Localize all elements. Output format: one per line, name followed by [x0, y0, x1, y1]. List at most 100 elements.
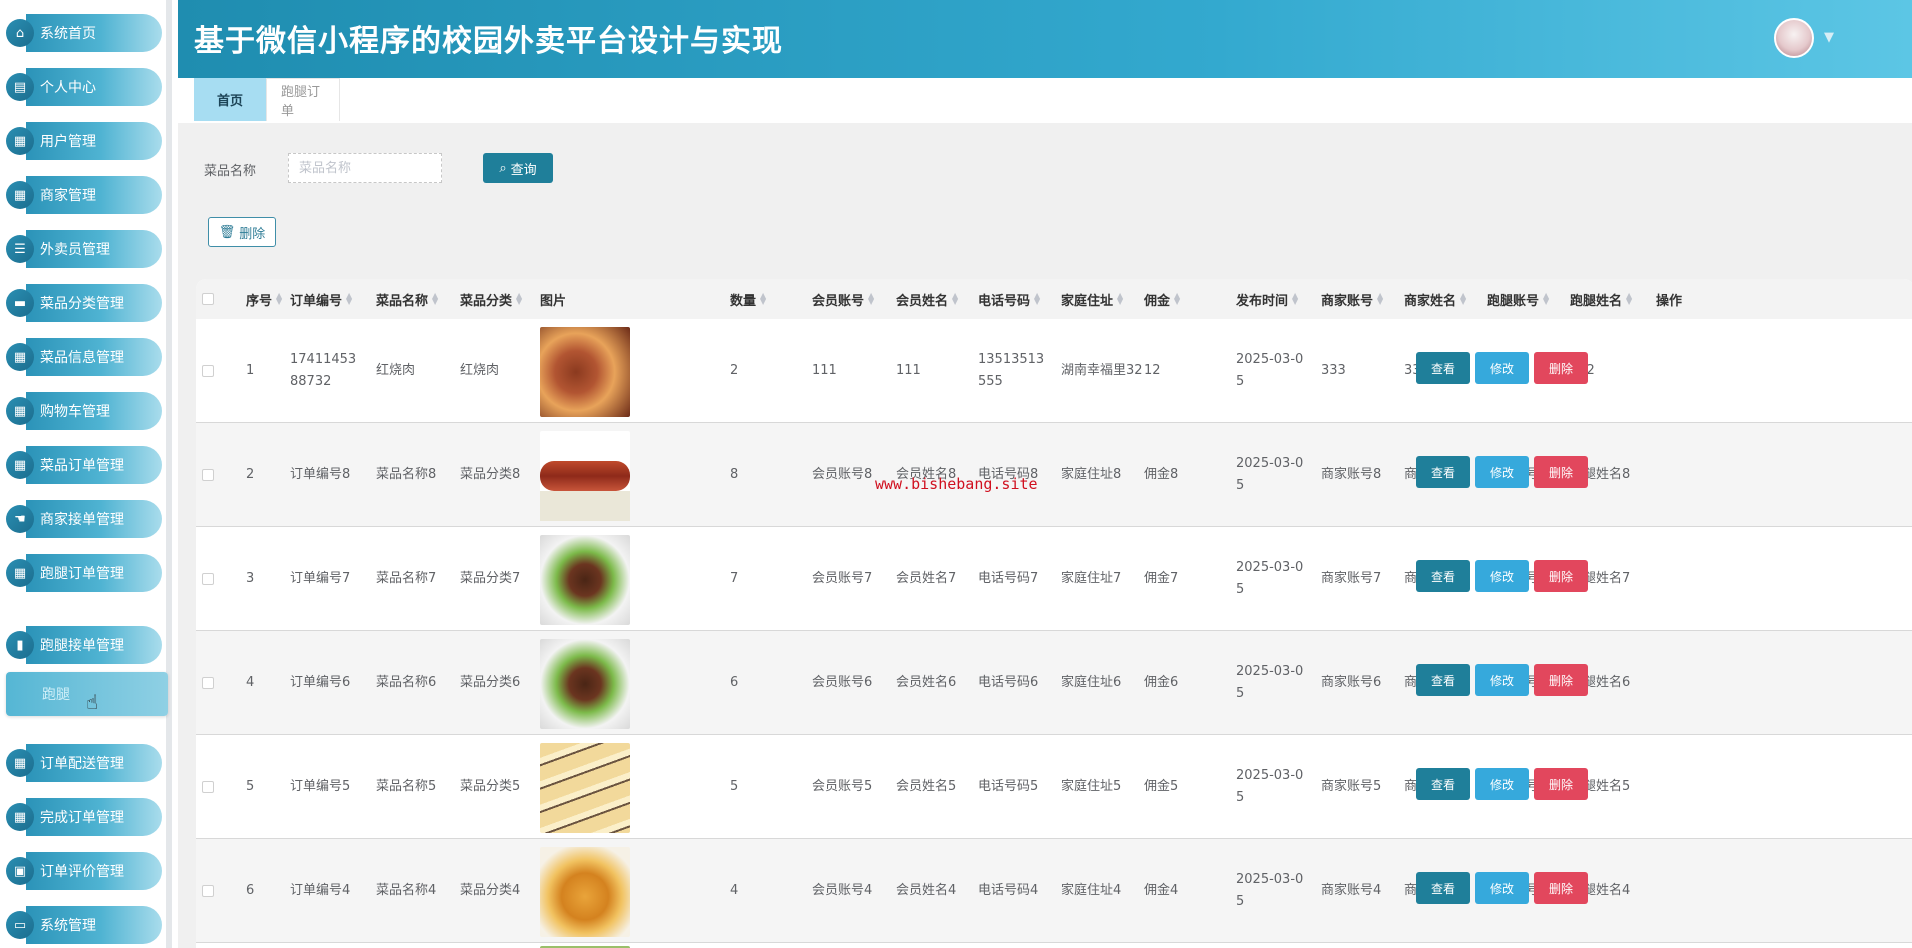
sidebar-item-label: 菜品分类管理 [40, 296, 124, 312]
sidebar-item-label: 菜品订单管理 [40, 458, 124, 474]
cell-shop: 商家账号5 [1321, 779, 1382, 794]
sort-caret-icon[interactable]: ▲ ▼ [1543, 292, 1549, 306]
sidebar-item-17[interactable]: ▭ 系统管理 [6, 906, 162, 944]
column-header-16[interactable]: 跑腿姓名 ▲ ▼ [1570, 279, 1632, 319]
edit-button[interactable]: 修改 [1475, 560, 1529, 592]
delete-button[interactable]: 删除 [1534, 872, 1588, 904]
grid-icon: ▦ [6, 343, 34, 371]
cell-fee: 佣金7 [1144, 571, 1179, 586]
sort-caret-icon[interactable]: ▲ ▼ [1626, 292, 1632, 306]
cell-addr: 家庭住址4 [1061, 883, 1122, 898]
row-checkbox[interactable] [202, 365, 214, 377]
view-button[interactable]: 查看 [1416, 768, 1470, 800]
cell-addr: 家庭住址8 [1061, 467, 1122, 482]
sort-caret-icon[interactable]: ▲ ▼ [1377, 292, 1383, 306]
sidebar-item-label: 外卖员管理 [40, 242, 110, 258]
column-header-11[interactable]: 佣金 ▲ ▼ [1144, 279, 1180, 319]
cell-addr: 家庭住址5 [1061, 779, 1122, 794]
row-checkbox[interactable] [202, 573, 214, 585]
avatar[interactable] [1774, 18, 1814, 58]
sidebar-item-5[interactable]: ☰ 外卖员管理 [6, 230, 162, 268]
column-header-1[interactable]: 序号 ▲ ▼ [246, 279, 282, 319]
column-header-12[interactable]: 发布时间 ▲ ▼ [1236, 279, 1298, 319]
view-button[interactable]: 查看 [1416, 560, 1470, 592]
edit-button[interactable]: 修改 [1475, 352, 1529, 384]
sort-caret-icon[interactable]: ▲ ▼ [432, 292, 438, 306]
table-row: 5 订单编号5 菜品名称5 菜品分类5 5 会员账号5 会员姓名5 电话号码5 家庭住址5 佣金5… [196, 735, 1912, 839]
sidebar-item-7[interactable]: ▦ 菜品信息管理 [6, 338, 162, 376]
edit-button[interactable]: 修改 [1475, 456, 1529, 488]
sidebar-item-9[interactable]: ▦ 菜品订单管理 [6, 446, 162, 484]
table-header: 序号 ▲ ▼ 订单编号 ▲ ▼ 菜品名称 ▲ ▼ 菜品分类 ▲ ▼ 图片 数量 ▲ ▼ 会员账号 ▲ ▼ 会员姓名 ▲ ▼… [196, 279, 1912, 319]
sort-caret-icon[interactable]: ▲ ▼ [1034, 292, 1040, 306]
sort-caret-icon[interactable]: ▲ ▼ [868, 292, 874, 306]
grid-icon: ▦ [6, 397, 34, 425]
sort-caret-icon[interactable]: ▲ ▼ [952, 292, 958, 306]
column-header-13[interactable]: 商家账号 ▲ ▼ [1321, 279, 1383, 319]
column-header-7[interactable]: 会员账号 ▲ ▼ [812, 279, 874, 319]
sort-caret-icon[interactable]: ▲ ▼ [1460, 292, 1466, 306]
row-checkbox[interactable] [202, 677, 214, 689]
sort-caret-icon[interactable]: ▲ ▼ [760, 292, 766, 306]
row-checkbox[interactable] [202, 781, 214, 793]
grid-icon: ▦ [6, 127, 34, 155]
column-header-10[interactable]: 家庭住址 ▲ ▼ [1061, 279, 1123, 319]
sidebar-item-10[interactable]: ☚ 商家接单管理 [6, 500, 162, 538]
sort-caret-icon[interactable]: ▲ ▼ [516, 292, 522, 306]
select-all-checkbox[interactable] [202, 293, 214, 305]
cell-member: 会员账号5 [812, 779, 873, 794]
column-header-17: 操作 [1656, 293, 1683, 309]
column-header-6[interactable]: 数量 ▲ ▼ [730, 279, 766, 319]
edit-button[interactable]: 修改 [1475, 872, 1529, 904]
edit-button[interactable]: 修改 [1475, 664, 1529, 696]
sidebar-item-11[interactable]: ▦ 跑腿订单管理 [6, 554, 162, 592]
column-header-14[interactable]: 商家姓名 ▲ ▼ [1404, 279, 1466, 319]
row-checkbox[interactable] [202, 469, 214, 481]
edit-button[interactable]: 修改 [1475, 768, 1529, 800]
view-button[interactable]: 查看 [1416, 664, 1470, 696]
column-header-15[interactable]: 跑腿账号 ▲ ▼ [1487, 279, 1549, 319]
tab-errand-orders[interactable]: 跑腿订单 [266, 78, 340, 121]
caret-down-icon[interactable]: ▼ [1824, 30, 1834, 45]
column-header-9[interactable]: 电话号码 ▲ ▼ [978, 279, 1040, 319]
tab-home[interactable]: 首页 [194, 78, 266, 121]
sidebar-item-15[interactable]: ▦ 完成订单管理 [6, 798, 162, 836]
sidebar-item-2[interactable]: ▤ 个人中心 [6, 68, 162, 106]
cell-mname: 111 [896, 363, 921, 378]
sidebar-item-8[interactable]: ▦ 购物车管理 [6, 392, 162, 430]
sidebar-item-14[interactable]: ▦ 订单配送管理 [6, 744, 162, 782]
delete-button[interactable]: 删除 [1534, 560, 1588, 592]
sidebar-item-12[interactable]: ▮ 跑腿接单管理 [6, 626, 162, 664]
delete-button[interactable]: 删除 [1534, 768, 1588, 800]
delete-button[interactable]: 删除 [1534, 664, 1588, 696]
delete-button[interactable]: 删除 [1534, 456, 1588, 488]
column-header-3[interactable]: 菜品名称 ▲ ▼ [376, 279, 438, 319]
sidebar-item-6[interactable]: ▬ 菜品分类管理 [6, 284, 162, 322]
delete-button[interactable]: 删除 [1534, 352, 1588, 384]
cell-order: 订单编号6 [290, 675, 351, 690]
view-button[interactable]: 查看 [1416, 352, 1470, 384]
cell-phone: 电话号码5 [978, 779, 1039, 794]
bulk-delete-button[interactable]: 🗑 删除 [208, 217, 276, 247]
sidebar-item-4[interactable]: ▦ 商家管理 [6, 176, 162, 214]
cell-time: 2025-03-05 [1236, 663, 1304, 701]
column-header-2[interactable]: 订单编号 ▲ ▼ [290, 279, 352, 319]
view-button[interactable]: 查看 [1416, 456, 1470, 488]
sort-caret-icon[interactable]: ▲ ▼ [1292, 292, 1298, 306]
cell-name: 菜品名称6 [376, 675, 437, 690]
sort-caret-icon[interactable]: ▲ ▼ [1117, 292, 1123, 306]
search-input[interactable] [288, 153, 442, 183]
sidebar-item-label: 订单配送管理 [40, 756, 124, 772]
sidebar-item-label: 个人中心 [40, 80, 96, 96]
view-button[interactable]: 查看 [1416, 872, 1470, 904]
sort-caret-icon[interactable]: ▲ ▼ [1174, 292, 1180, 306]
sidebar-item-1[interactable]: ⌂ 系统首页 [6, 14, 162, 52]
sort-caret-icon[interactable]: ▲ ▼ [346, 292, 352, 306]
column-header-4[interactable]: 菜品分类 ▲ ▼ [460, 279, 522, 319]
row-checkbox[interactable] [202, 885, 214, 897]
sidebar-item-3[interactable]: ▦ 用户管理 [6, 122, 162, 160]
query-button[interactable]: ⌕ 查询 [483, 153, 553, 183]
sidebar-item-16[interactable]: ▣ 订单评价管理 [6, 852, 162, 890]
sort-caret-icon[interactable]: ▲ ▼ [276, 292, 282, 306]
column-header-8[interactable]: 会员姓名 ▲ ▼ [896, 279, 958, 319]
